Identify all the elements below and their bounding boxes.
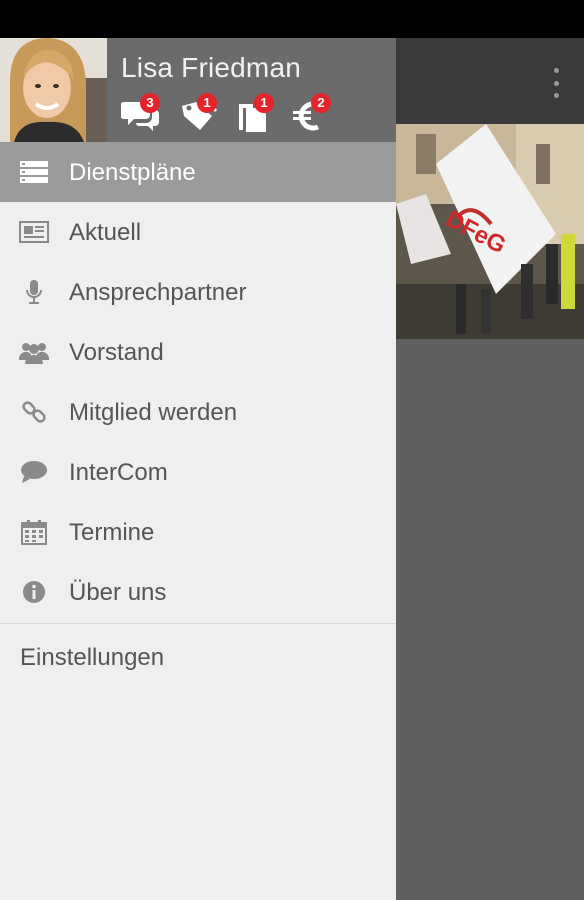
menu-item-label: Termine: [69, 519, 155, 546]
menu-item-ueber-uns[interactable]: Über uns: [0, 562, 396, 622]
background-action-bar: [396, 38, 584, 124]
badge-count: 2: [311, 93, 331, 113]
drawer-menu: Dienstpläne Aktuell Ansprechpartner Vors…: [0, 142, 396, 622]
news-photo-demonstration: DFeG: [396, 124, 584, 339]
link-icon: [19, 397, 49, 427]
settings-label: Einstellungen: [20, 644, 165, 671]
menu-item-vorstand[interactable]: Vorstand: [0, 322, 396, 382]
schedule-list-icon: [19, 157, 49, 187]
menu-item-label: Aktuell: [69, 219, 142, 246]
speech-bubble-icon: [19, 457, 49, 487]
badge-count: 3: [140, 93, 160, 113]
settings-item[interactable]: Einstellungen: [0, 624, 396, 688]
menu-item-label: InterCom: [69, 459, 168, 486]
messages-badge-button[interactable]: 3: [121, 93, 178, 136]
notification-badges: 3 1 1 2: [121, 93, 349, 136]
menu-item-label: Über uns: [69, 579, 167, 606]
payments-badge-button[interactable]: 2: [292, 93, 349, 136]
badge-count: 1: [197, 93, 217, 113]
avatar[interactable]: [0, 38, 107, 142]
badge-count: 1: [254, 93, 274, 113]
menu-item-termine[interactable]: Termine: [0, 502, 396, 562]
newspaper-icon: [19, 217, 49, 247]
status-bar: [0, 0, 584, 38]
menu-item-mitglied-werden[interactable]: Mitglied werden: [0, 382, 396, 442]
documents-badge-button[interactable]: 1: [235, 93, 292, 136]
menu-item-label: Ansprechpartner: [69, 279, 247, 306]
microphone-icon: [19, 277, 49, 307]
group-icon: [19, 337, 49, 367]
user-name: Lisa Friedman: [121, 52, 302, 83]
menu-item-dienstplaene[interactable]: Dienstpläne: [0, 142, 396, 202]
calendar-icon: [19, 517, 49, 547]
menu-item-label: Mitglied werden: [69, 399, 238, 426]
navigation-drawer: Lisa Friedman 3 1 1 2 Dienstpläne Aktuel…: [0, 38, 396, 900]
menu-item-ansprechpartner[interactable]: Ansprechpartner: [0, 262, 396, 322]
menu-item-label: Vorstand: [69, 339, 164, 366]
menu-item-label: Dienstpläne: [69, 159, 196, 186]
menu-item-intercom[interactable]: InterCom: [0, 442, 396, 502]
tags-badge-button[interactable]: 1: [178, 93, 235, 136]
menu-item-aktuell[interactable]: Aktuell: [0, 202, 396, 262]
drawer-header: Lisa Friedman 3 1 1 2: [0, 38, 396, 142]
info-icon: [19, 577, 49, 607]
overflow-menu-icon[interactable]: [550, 68, 562, 98]
